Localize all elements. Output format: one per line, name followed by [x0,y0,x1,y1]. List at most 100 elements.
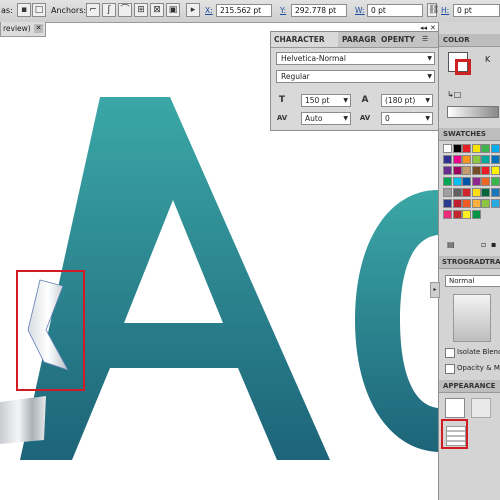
color-ramp[interactable] [447,106,499,118]
scroll-arrow-icon[interactable]: ▸ [430,282,440,298]
swatch-item[interactable] [481,144,490,153]
leading-field[interactable]: (180 pt) ▼ [381,94,433,107]
swatch-item[interactable] [443,188,452,197]
swatch-item[interactable] [462,188,471,197]
swatch-item[interactable] [481,155,490,164]
swatch-item[interactable] [462,210,471,219]
swatch-item[interactable] [471,144,481,153]
swatch-item[interactable] [490,188,500,197]
out-of-gamut-icon[interactable]: ↳□ [447,90,463,102]
appearance-panel-tab[interactable]: APPEARANCE [439,380,500,393]
swatch-item[interactable] [452,188,462,197]
swatch-item[interactable] [471,177,481,186]
close-icon[interactable]: ✕ [430,24,436,32]
swatch-item[interactable] [452,155,462,164]
document-tab[interactable]: review) ✕ [0,22,46,37]
x-field[interactable]: 215.562 pt [216,4,272,17]
swatch-item[interactable] [452,144,462,153]
blend-mode-select[interactable]: Normal [445,275,500,287]
cut-path-icon[interactable]: ⊠ [150,3,164,17]
isolate-blending-checkbox[interactable] [445,348,455,358]
tab-stroke[interactable]: STRO [442,256,463,269]
swatch-item[interactable] [452,199,462,208]
swatch-item[interactable] [443,210,452,219]
swatch-item[interactable] [443,177,452,186]
swatch-item[interactable] [481,188,490,197]
isolate-icon[interactable]: ▣ [166,3,180,17]
trash-icon[interactable]: ▪ [491,240,496,249]
font-size-field[interactable]: 150 pt ▼ [301,94,351,107]
tab-gradient[interactable]: GRAD [463,256,485,269]
swatch-item[interactable] [443,155,452,164]
add-stroke-icon[interactable] [445,398,465,418]
corner-icon[interactable]: □ [32,3,46,17]
swatch-item[interactable] [452,210,462,219]
chevron-down-icon: ▼ [425,115,430,122]
h-label: H: [441,6,450,15]
swatch-item[interactable] [462,166,471,175]
swatch-item[interactable] [481,177,490,186]
swatch-item[interactable] [462,155,471,164]
swatch-item[interactable] [490,166,500,175]
swatch-item[interactable] [481,199,490,208]
swatch-item[interactable] [452,166,462,175]
swatch-item[interactable] [443,144,452,153]
anchors-label: Anchors: [51,6,87,15]
leading-icon: A [361,95,369,105]
font-style-value: Regular [281,72,310,81]
highlight-box [441,419,468,449]
swatch-item[interactable] [471,155,481,164]
tab-transparency[interactable]: TRAN [485,256,500,269]
tracking-field[interactable]: 0 ▼ [381,112,433,125]
close-icon[interactable]: ✕ [34,24,43,33]
link-icon[interactable]: ⛓ [427,3,439,17]
tab-paragraph[interactable]: PARAGR [339,32,377,47]
convert-anchor-smooth-icon[interactable]: ʃ [102,3,116,17]
x-label: X: [205,6,213,15]
swatch-item[interactable] [471,188,481,197]
font-style-select[interactable]: Regular ▼ [276,70,435,83]
swatch-item[interactable] [490,199,500,208]
new-swatch-icon[interactable]: ▫ [481,240,486,249]
font-family-select[interactable]: Helvetica-Normal ▼ [276,52,435,65]
swatch-item[interactable] [443,166,452,175]
h-field[interactable]: 0 pt [453,4,500,17]
swatch-item[interactable] [452,177,462,186]
leading-value: (180 pt) [385,96,416,105]
tab-opentype[interactable]: OPENTY [378,32,418,47]
swatch-item[interactable] [443,199,452,208]
panel-dock: COLOR K ↳□ SWATCHES ▤ ▫ ▪ STRO GRAD TRA N… [430,22,500,500]
add-fill-icon[interactable] [471,398,491,418]
font-size-value: 150 pt [305,96,330,105]
letter-c-shape[interactable] [355,190,438,452]
swatch-item[interactable] [490,177,500,186]
swatch-item[interactable] [471,166,481,175]
collapse-icon[interactable]: ◂◂ [420,24,427,32]
swatch-item[interactable] [471,199,481,208]
kerning-field[interactable]: Auto ▼ [301,112,351,125]
convert-icon[interactable]: ▪ [17,3,31,17]
align-icon[interactable]: ▸ [186,3,200,17]
connect-anchor-icon[interactable]: ⊞ [134,3,148,17]
color-panel-tab[interactable]: COLOR [439,34,500,47]
opacity-mask-thumbnail[interactable] [453,294,491,342]
tab-character[interactable]: CHARACTER [271,32,338,47]
swatch-item[interactable] [490,144,500,153]
tracking-value: 0 [385,114,390,123]
swatch-item[interactable] [462,177,471,186]
swatch-item[interactable] [471,210,481,219]
y-field[interactable]: 292.778 pt [291,4,347,17]
convert-anchor-corner-icon[interactable]: ⌐ [86,3,100,17]
swatch-item[interactable] [481,166,490,175]
swatches-panel-tab[interactable]: SWATCHES [439,128,500,141]
w-field[interactable]: 0 pt [367,4,423,17]
opacity-mask-checkbox[interactable] [445,364,455,374]
panel-menu-icon[interactable]: ☰ [419,32,439,47]
control-bar: as: ▪ □ Anchors: ⌐ ʃ ⌒ ⊞ ⊠ ▣ ▸ X: 215.56… [0,0,500,23]
swatch-item[interactable] [462,199,471,208]
stroke-swatch[interactable] [455,59,471,75]
swatch-item[interactable] [490,155,500,164]
swatch-item[interactable] [462,144,471,153]
remove-anchor-icon[interactable]: ⌒ [118,3,132,17]
swatch-library-icon[interactable]: ▤ [447,240,455,249]
